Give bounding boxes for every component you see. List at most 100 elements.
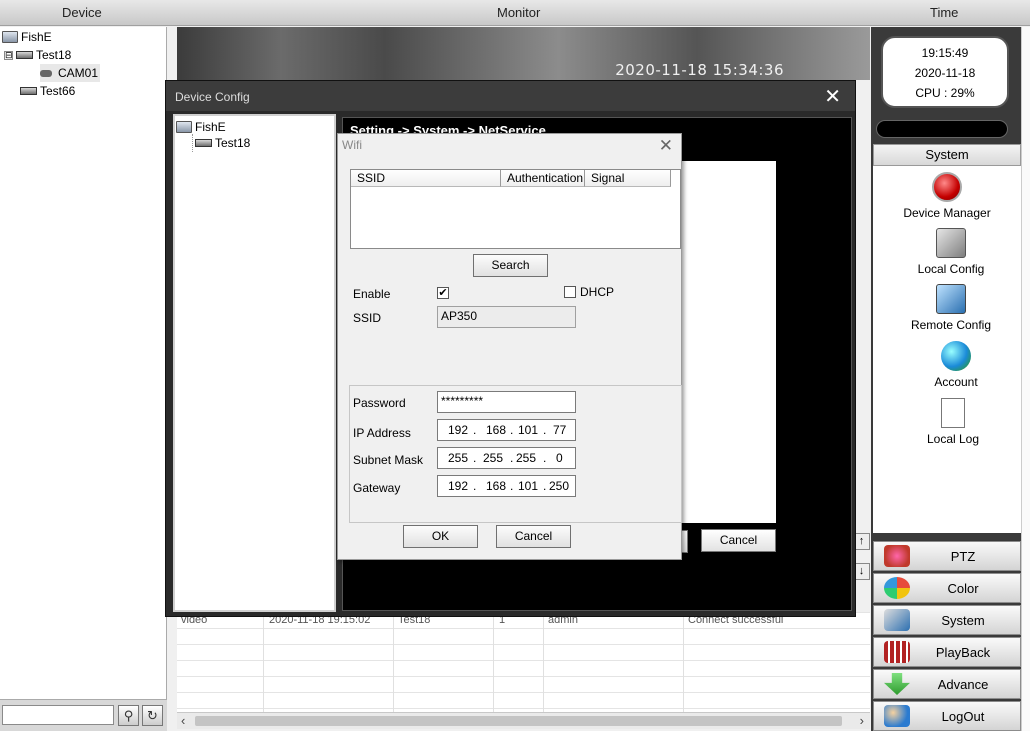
menu-label: PTZ — [950, 548, 976, 564]
cancel-button[interactable]: Cancel — [496, 525, 571, 548]
dvr-icon — [20, 87, 37, 95]
tree-item-label: Test18 — [215, 136, 251, 150]
cpu-usage: CPU : 29% — [915, 86, 975, 100]
ptz-icon — [884, 545, 910, 567]
menu-advance[interactable]: Advance — [873, 669, 1021, 699]
tree-item-label: FishE — [195, 120, 226, 134]
column-authentication[interactable]: Authentication — [501, 170, 585, 187]
color-icon — [884, 577, 910, 599]
dhcp-checkbox[interactable] — [564, 286, 576, 298]
local-config-icon — [936, 228, 966, 258]
column-ssid[interactable]: SSID — [351, 170, 501, 187]
red-button-icon — [932, 172, 962, 202]
search-button[interactable]: Search — [473, 254, 548, 277]
local-log-button[interactable]: Local Log — [879, 398, 1027, 446]
status-bar — [876, 120, 1008, 138]
menu-playback[interactable]: PlayBack — [873, 637, 1021, 667]
column-signal[interactable]: Signal — [585, 170, 671, 187]
gateway-field[interactable]: 192 . 168 . 101 . 250 — [437, 475, 576, 497]
menu-label: System — [941, 612, 985, 628]
clock-time: 19:15:49 — [921, 46, 969, 60]
playback-icon — [884, 641, 910, 663]
scroll-thumb[interactable] — [195, 716, 842, 726]
ip-octet: 255 — [516, 451, 537, 465]
tree-item-test66[interactable]: Test66 — [20, 82, 75, 100]
menu-color[interactable]: Color — [873, 573, 1021, 603]
ssid-field[interactable]: AP350 — [437, 306, 576, 328]
enable-label: Enable — [353, 287, 391, 301]
camera-icon — [40, 69, 52, 77]
ip-octet: 255 — [483, 451, 504, 465]
top-header-bar: Device Monitor Time — [0, 0, 1030, 26]
close-icon[interactable]: ✕ — [659, 136, 673, 156]
ip-octet: 0 — [556, 451, 563, 465]
password-label: Password — [353, 396, 406, 410]
clock-display: 19:15:49 2020-11-18 CPU : 29% — [881, 36, 1009, 108]
search-input[interactable] — [2, 705, 114, 725]
ip-octet: 255 — [448, 451, 469, 465]
tree-item-cam01[interactable]: CAM01 — [40, 64, 101, 82]
subnet-mask-field[interactable]: 255 . 255 . 255 . 0 — [437, 447, 576, 469]
collapse-icon[interactable]: ⊟ — [4, 50, 13, 60]
enable-checkbox[interactable]: ✔ — [437, 287, 449, 299]
computer-icon — [2, 31, 18, 43]
monitor-header: Monitor — [497, 5, 541, 20]
account-button[interactable]: Account — [882, 341, 1030, 389]
gateway-label: Gateway — [353, 481, 401, 495]
clock-date: 2020-11-18 — [914, 66, 976, 80]
menu-label: Color — [947, 580, 979, 596]
local-config-button[interactable]: Local Config — [877, 228, 1025, 276]
ok-button[interactable]: OK — [403, 525, 478, 548]
search-icon[interactable]: ⚲ — [118, 705, 139, 726]
ip-address-field[interactable]: 192 . 168 . 101 . 77 — [437, 419, 576, 441]
logout-icon — [884, 705, 910, 727]
device-tree: FishE ⊟ Test18 CAM01 Test66 — [0, 27, 167, 699]
tree-search-bar: ⚲ ↻ — [0, 699, 167, 731]
menu-label: LogOut — [941, 708, 985, 724]
local-log-label: Local Log — [926, 432, 980, 446]
tree-item-test18[interactable]: ⊟ Test18 — [4, 46, 71, 64]
users-icon — [941, 341, 971, 371]
remote-config-button[interactable]: Remote Config — [877, 284, 1025, 332]
log-table: video 2020-11-18 19:15:02 Test18 1 admin… — [177, 612, 870, 712]
device-config-cancel-button[interactable]: Cancel — [701, 529, 776, 552]
tree-item-fishe[interactable]: FishE — [2, 28, 52, 46]
ip-octet: 192 — [448, 423, 469, 437]
ip-octet: 168 — [486, 479, 507, 493]
scroll-left-icon[interactable]: ‹ — [181, 713, 185, 728]
ssid-list[interactable]: SSID Authentication Signal — [350, 169, 681, 249]
system-icon — [884, 609, 910, 631]
ip-octet: 168 — [486, 423, 507, 437]
tree-item-label: Test66 — [40, 84, 76, 98]
device-header: Device — [62, 5, 102, 20]
password-field[interactable]: ********* — [437, 391, 576, 413]
subnet-mask-label: Subnet Mask — [353, 453, 424, 467]
device-config-title: Device Config — [166, 81, 855, 111]
wifi-dialog: Wifi ✕ SSID Authentication Signal Search… — [337, 133, 682, 560]
ip-octet: 77 — [553, 423, 567, 437]
ip-octet: 101 — [518, 479, 539, 493]
refresh-icon[interactable]: ↻ — [142, 705, 163, 726]
menu-label: PlayBack — [935, 644, 991, 660]
dvr-icon — [195, 139, 212, 147]
ssid-label: SSID — [353, 311, 382, 325]
ip-address-label: IP Address — [353, 426, 411, 440]
system-panel-header[interactable]: System — [873, 144, 1021, 166]
menu-ptz[interactable]: PTZ — [873, 541, 1021, 571]
menu-logout[interactable]: LogOut — [873, 701, 1021, 731]
advance-icon — [884, 673, 910, 695]
menu-system[interactable]: System — [873, 605, 1021, 635]
config-tree-item-test18[interactable]: Test18 — [192, 134, 250, 152]
scroll-right-icon[interactable]: › — [860, 713, 864, 728]
device-manager-label: Device Manager — [903, 206, 991, 220]
device-manager-button[interactable]: Device Manager — [873, 172, 1021, 220]
dhcp-label: DHCP — [580, 285, 615, 299]
log-horizontal-scrollbar[interactable]: ‹ › — [177, 712, 870, 729]
ip-octet: 101 — [518, 423, 539, 437]
remote-config-icon — [936, 284, 966, 314]
wifi-dialog-title: Wifi — [342, 138, 362, 152]
video-preview[interactable]: 2020-11-18 15:34:36 — [177, 27, 870, 80]
close-icon[interactable]: ✕ — [824, 87, 841, 107]
dvr-icon — [16, 51, 33, 59]
tree-item-label: Test18 — [36, 48, 72, 62]
